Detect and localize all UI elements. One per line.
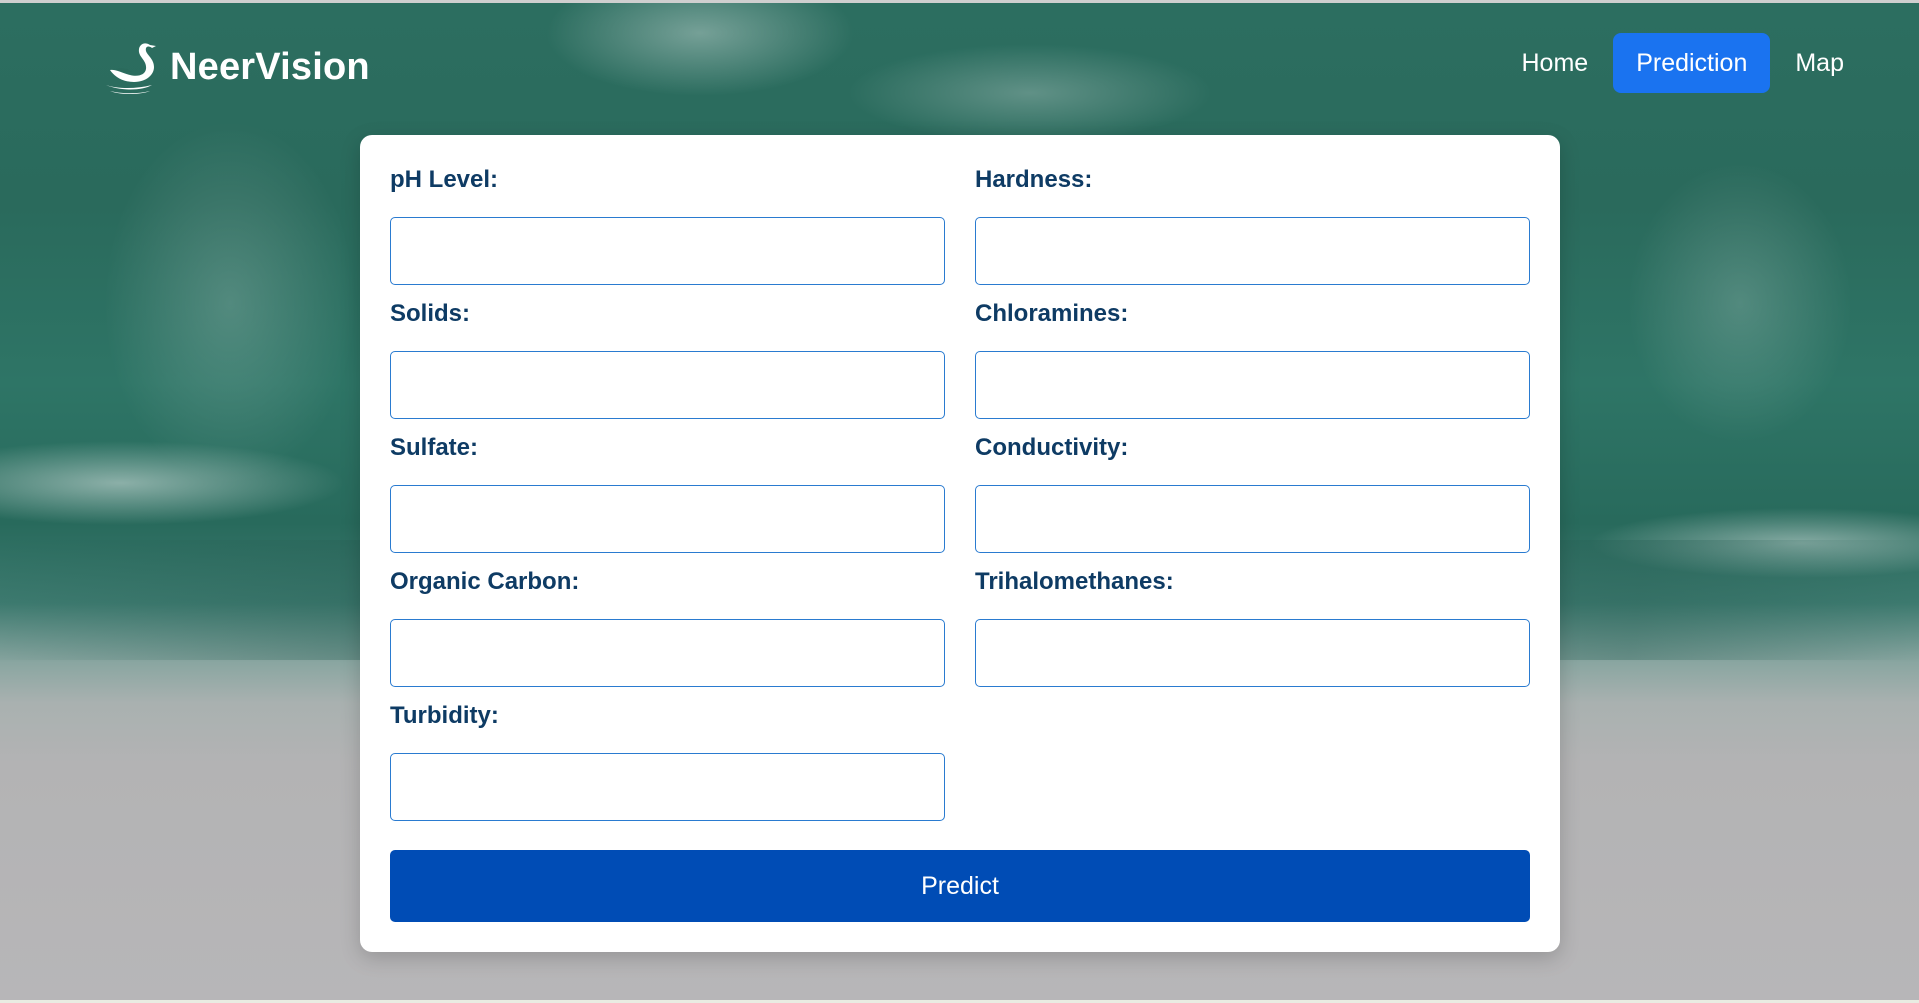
ph-field: pH Level: (390, 165, 945, 285)
organic-carbon-field: Organic Carbon: (390, 567, 945, 687)
swan-icon (102, 39, 166, 95)
turbidity-label: Turbidity: (390, 702, 499, 729)
solids-field: Solids: (390, 299, 945, 419)
organic-carbon-label: Organic Carbon: (390, 568, 580, 595)
trihalomethanes-field: Trihalomethanes: (975, 567, 1530, 687)
main-nav: Home Prediction Map (1497, 33, 1868, 93)
chloramines-label: Chloramines: (975, 300, 1129, 327)
nav-map-link[interactable]: Map (1772, 33, 1867, 93)
predict-button[interactable]: Predict (390, 850, 1530, 922)
solids-label: Solids: (390, 300, 471, 327)
nav-prediction-link[interactable]: Prediction (1613, 33, 1771, 93)
nav-home-link[interactable]: Home (1499, 33, 1612, 93)
sulfate-field: Sulfate: (390, 433, 945, 553)
trihalomethanes-input[interactable] (975, 619, 1530, 687)
chloramines-input[interactable] (975, 351, 1530, 419)
solids-input[interactable] (390, 351, 945, 419)
hardness-label: Hardness: (975, 166, 1093, 193)
ph-input[interactable] (390, 217, 945, 285)
top-border (0, 0, 1919, 3)
turbidity-field: Turbidity: (390, 701, 945, 821)
sulfate-label: Sulfate: (390, 434, 479, 461)
organic-carbon-input[interactable] (390, 619, 945, 687)
conductivity-field: Conductivity: (975, 433, 1530, 553)
prediction-form: pH Level: Hardness: Solids: Chloramines:… (360, 135, 1560, 952)
site-header: NeerVision Home Prediction Map (0, 3, 1919, 123)
chloramines-field: Chloramines: (975, 299, 1530, 419)
conductivity-label: Conductivity: (975, 434, 1129, 461)
brand-logo[interactable]: NeerVision (102, 39, 370, 95)
conductivity-input[interactable] (975, 485, 1530, 553)
ph-label: pH Level: (390, 166, 499, 193)
turbidity-input[interactable] (390, 753, 945, 821)
brand-name: NeerVision (170, 45, 370, 88)
hardness-field: Hardness: (975, 165, 1530, 285)
sulfate-input[interactable] (390, 485, 945, 553)
hardness-input[interactable] (975, 217, 1530, 285)
trihalomethanes-label: Trihalomethanes: (975, 568, 1174, 595)
